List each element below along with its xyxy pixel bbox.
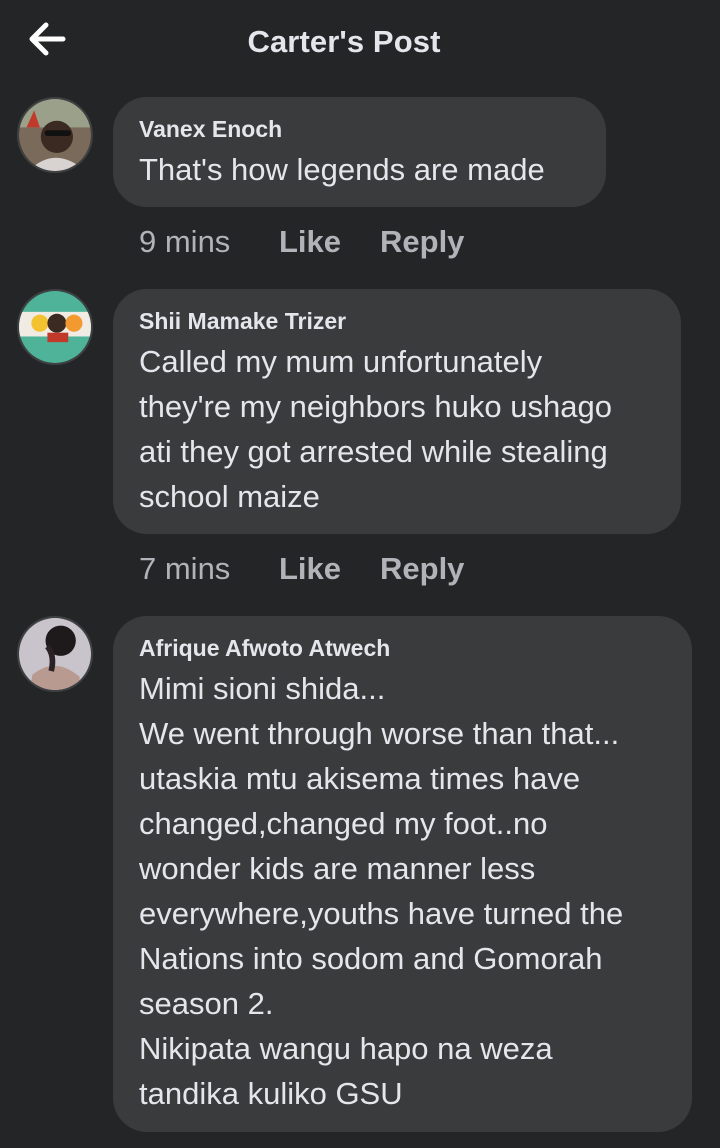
- comment-author[interactable]: Afrique Afwoto Atwech: [139, 634, 666, 662]
- comment-bubble: Shii Mamake Trizer Called my mum unfortu…: [113, 289, 681, 534]
- avatar[interactable]: [17, 289, 93, 365]
- page-title: Carter's Post: [247, 24, 441, 59]
- comment-bubble: Afrique Afwoto Atwech Mimi sioni shida..…: [113, 616, 692, 1132]
- header-bar: Carter's Post: [0, 0, 720, 86]
- comment-time: 9 mins: [139, 224, 231, 259]
- comment-bubble: Vanex Enoch That's how legends are made: [113, 97, 606, 207]
- user-avatar-photo: [19, 291, 91, 363]
- reply-button[interactable]: Reply: [380, 222, 464, 262]
- post-comments-screen: Carter's Post Vanex Enoch That's how leg…: [0, 0, 720, 1148]
- comment-actions: 9 mins Like Reply: [139, 222, 464, 262]
- comment-time: 7 mins: [139, 551, 231, 586]
- user-avatar-photo: [19, 618, 91, 690]
- comment-text: Mimi sioni shida... We went through wors…: [139, 671, 624, 1111]
- comment-author[interactable]: Vanex Enoch: [139, 115, 580, 143]
- avatar[interactable]: [17, 616, 93, 692]
- like-button[interactable]: Like: [279, 549, 380, 589]
- comment-actions: 7 mins Like Reply: [139, 549, 464, 589]
- like-button[interactable]: Like: [279, 222, 380, 262]
- comment-author[interactable]: Shii Mamake Trizer: [139, 307, 655, 335]
- reply-button[interactable]: Reply: [380, 549, 464, 589]
- avatar[interactable]: [17, 97, 93, 173]
- comment-text: Called my mum unfortunately they're my n…: [139, 344, 612, 514]
- user-avatar-photo: [19, 99, 91, 171]
- comment-text: That's how legends are made: [139, 152, 545, 187]
